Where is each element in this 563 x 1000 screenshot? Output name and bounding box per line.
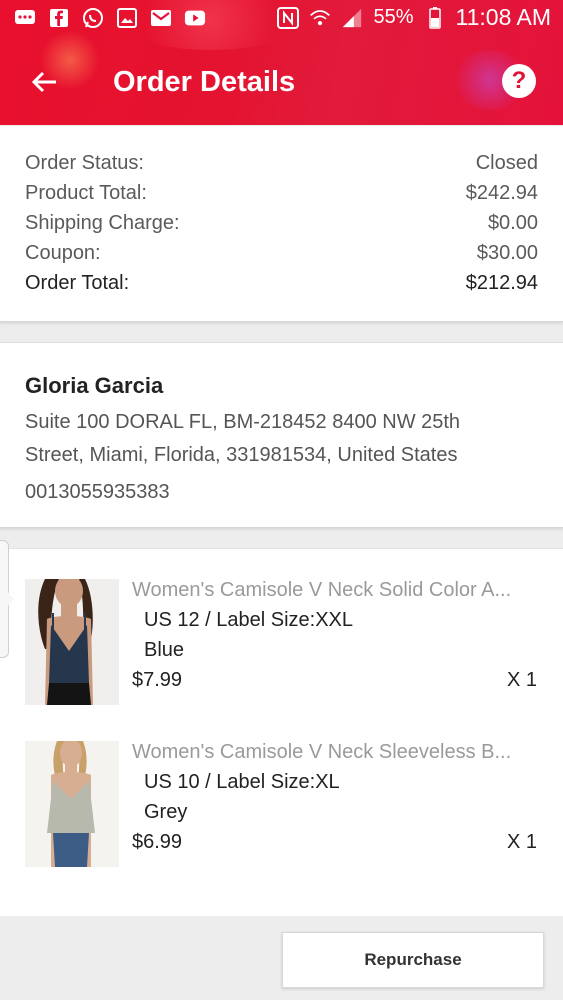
recipient-name: Gloria Garcia: [25, 373, 164, 398]
youtube-icon: [184, 7, 206, 29]
product-color: Blue: [144, 639, 185, 661]
shipping-charge-row: Shipping Charge: $0.00: [25, 212, 538, 242]
order-status-row: Order Status: Closed: [25, 152, 538, 182]
product-name[interactable]: Women's Camisole V Neck Solid Color A...: [132, 579, 540, 602]
messages-icon: [14, 7, 36, 29]
wifi-icon: [309, 7, 331, 29]
coupon-value: $30.00: [476, 242, 538, 264]
repurchase-button[interactable]: Repurchase: [282, 932, 544, 988]
product-quantity: X 1: [506, 831, 537, 853]
battery-percent: 55%: [373, 6, 414, 28]
coupon-label: Coupon:: [25, 242, 101, 264]
order-summary-card: Order Status: Closed Product Total: $242…: [0, 126, 563, 322]
status-bar: 55% 11:08 AM: [0, 0, 563, 40]
whatsapp-icon: [82, 7, 104, 29]
product-total-label: Product Total:: [25, 182, 147, 204]
product-quantity: X 1: [506, 669, 537, 691]
order-total-row: Order Total: $212.94: [25, 272, 538, 302]
app-bar: Order Details ?: [0, 52, 563, 112]
address-line-1: Suite 100 DORAL FL, BM-218452 8400 NW 25…: [25, 411, 461, 433]
order-status-value: Closed: [475, 152, 538, 174]
address-line-2: Street, Miami, Florida, 331981534, Unite…: [25, 444, 458, 466]
shipping-charge-label: Shipping Charge:: [25, 212, 180, 234]
product-price: $6.99: [132, 831, 183, 853]
order-status-label: Order Status:: [25, 152, 144, 174]
shipping-address-card: Gloria Garcia Suite 100 DORAL FL, BM-218…: [0, 342, 563, 528]
gmail-icon: [150, 7, 172, 29]
product-total-row: Product Total: $242.94: [25, 182, 538, 212]
side-drawer-handle[interactable]: [0, 540, 14, 658]
product-color: Grey: [144, 801, 188, 823]
nfc-icon: [277, 6, 300, 29]
app-header: 55% 11:08 AM Order Details ?: [0, 0, 563, 125]
list-item[interactable]: Women's Camisole V Neck Solid Color A...…: [0, 549, 563, 705]
product-total-value: $242.94: [465, 182, 538, 204]
facebook-icon: [48, 7, 70, 29]
clock: 11:08 AM: [455, 4, 551, 30]
order-total-label: Order Total:: [25, 272, 130, 294]
arrow-left-icon: [31, 71, 56, 93]
product-size: US 10 / Label Size:XL: [144, 771, 340, 793]
list-item[interactable]: Women's Camisole V Neck Sleeveless B... …: [0, 711, 563, 867]
phone-number: 0013055935383: [25, 481, 170, 503]
help-button[interactable]: ?: [502, 64, 536, 98]
order-total-value: $212.94: [465, 272, 538, 294]
gallery-icon: [116, 7, 138, 29]
back-button[interactable]: [26, 64, 62, 100]
coupon-row: Coupon: $30.00: [25, 242, 538, 272]
signal-icon: [341, 7, 363, 29]
order-items-card: Women's Camisole V Neck Solid Color A...…: [0, 548, 563, 916]
question-mark-icon: ?: [511, 67, 527, 94]
product-image[interactable]: [25, 579, 119, 705]
product-name[interactable]: Women's Camisole V Neck Sleeveless B...: [132, 741, 540, 764]
battery-icon: [424, 6, 446, 29]
product-image[interactable]: [25, 741, 119, 867]
page-title: Order Details: [113, 66, 296, 98]
product-size: US 12 / Label Size:XXL: [144, 609, 354, 631]
product-price: $7.99: [132, 669, 183, 691]
shipping-charge-value: $0.00: [487, 212, 538, 234]
